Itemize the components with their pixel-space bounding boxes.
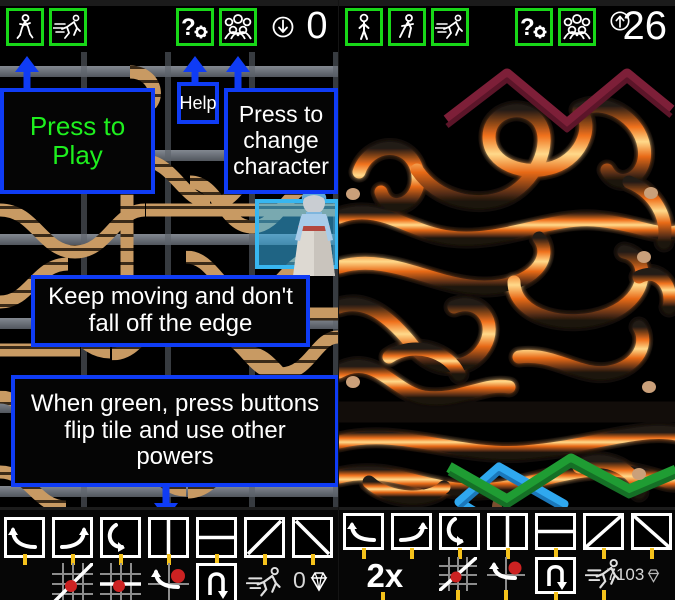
tutorial-arrow-play xyxy=(14,56,40,94)
hook-icon xyxy=(107,523,125,552)
toolbar-seam xyxy=(338,507,675,510)
stand-mode-button[interactable] xyxy=(344,8,383,46)
question-gear-icon: ? xyxy=(520,14,546,41)
player-character-avatar xyxy=(293,192,335,276)
hook-icon xyxy=(446,517,464,546)
walk-mode-button[interactable] xyxy=(6,8,44,46)
curve-ball-icon xyxy=(486,557,525,591)
diagonal-down-icon xyxy=(294,519,331,556)
question-gear-icon: ? xyxy=(181,14,208,41)
svg-text:?: ? xyxy=(181,14,196,41)
people-group-icon xyxy=(224,14,252,40)
curve-left-icon xyxy=(8,527,37,549)
right-gem-counter: 7103 xyxy=(607,565,662,585)
curve-ball-icon xyxy=(148,563,189,600)
grid-row-ball-icon xyxy=(100,563,141,600)
right-game-panel: ? 26 2x 7103 xyxy=(337,0,675,600)
horizontal-split-icon xyxy=(199,535,234,540)
toolbar-seam xyxy=(0,507,338,510)
diagonal-up-icon xyxy=(584,514,622,549)
running-person-icon xyxy=(245,566,281,597)
running-person-icon xyxy=(53,14,81,39)
tip-when-green: When green, press buttons flip tile and … xyxy=(11,375,338,487)
help-settings-button[interactable]: ? xyxy=(514,8,553,46)
tip-keep-moving: Keep moving and don't fall off the edge xyxy=(31,275,310,347)
tip-press-to-play: Press to Play xyxy=(0,88,155,194)
run-mode-button[interactable] xyxy=(49,8,87,46)
diagonal-up-icon xyxy=(246,519,283,556)
walking-person-icon xyxy=(16,14,34,39)
left-score-value: 0 xyxy=(306,5,328,47)
standing-person-icon xyxy=(358,13,369,40)
right-game-board[interactable] xyxy=(338,52,675,507)
left-gem-count-value: 0 xyxy=(293,567,306,593)
right-header-bar: ? 26 xyxy=(338,0,675,52)
curve-right-icon xyxy=(60,527,89,549)
right-bottom-toolbar: 2x 7103 xyxy=(338,507,675,600)
left-header-bar: ? 0 xyxy=(0,0,338,52)
right-gem-count-value: 7103 xyxy=(606,565,645,584)
u-turn-icon xyxy=(208,572,228,599)
gem-icon xyxy=(647,568,660,583)
curve-right-icon xyxy=(398,522,428,542)
vertical-split-icon xyxy=(166,520,171,555)
walking-person-icon xyxy=(398,14,414,38)
curve-left-icon xyxy=(346,522,376,542)
help-settings-button[interactable]: ? xyxy=(176,8,214,46)
vertical-split-icon xyxy=(505,515,509,548)
running-person-icon xyxy=(434,14,463,39)
gem-icon xyxy=(310,571,328,592)
left-game-panel: ? 0 Press to Play Help Press to change c… xyxy=(0,0,338,600)
grid-diagonal-ball-icon xyxy=(52,563,93,600)
left-bottom-toolbar: 0 xyxy=(0,507,338,600)
power-multiplier-label[interactable]: 2x xyxy=(367,559,404,592)
horizontal-split-icon xyxy=(536,529,574,534)
grid-diagonal-ball-icon xyxy=(438,557,477,591)
game-screenshot: ? 0 Press to Play Help Press to change c… xyxy=(0,0,675,600)
run-mode-button[interactable] xyxy=(430,8,469,46)
power-multiplier-notch xyxy=(380,592,385,600)
u-turn-icon xyxy=(546,564,567,590)
diagonal-down-icon xyxy=(632,514,670,549)
right-score-value: 26 xyxy=(622,4,668,48)
power-sprint-button[interactable] xyxy=(245,565,284,600)
right-board-tracks xyxy=(338,68,675,507)
tutorial-arrow-character xyxy=(225,56,251,94)
tip-change-character: Press to change character xyxy=(224,88,338,194)
left-gem-counter: 0 xyxy=(293,567,330,594)
svg-text:?: ? xyxy=(520,14,535,41)
tip-help: Help xyxy=(177,82,219,124)
change-character-button[interactable] xyxy=(219,8,257,46)
walk-mode-button[interactable] xyxy=(387,8,426,46)
